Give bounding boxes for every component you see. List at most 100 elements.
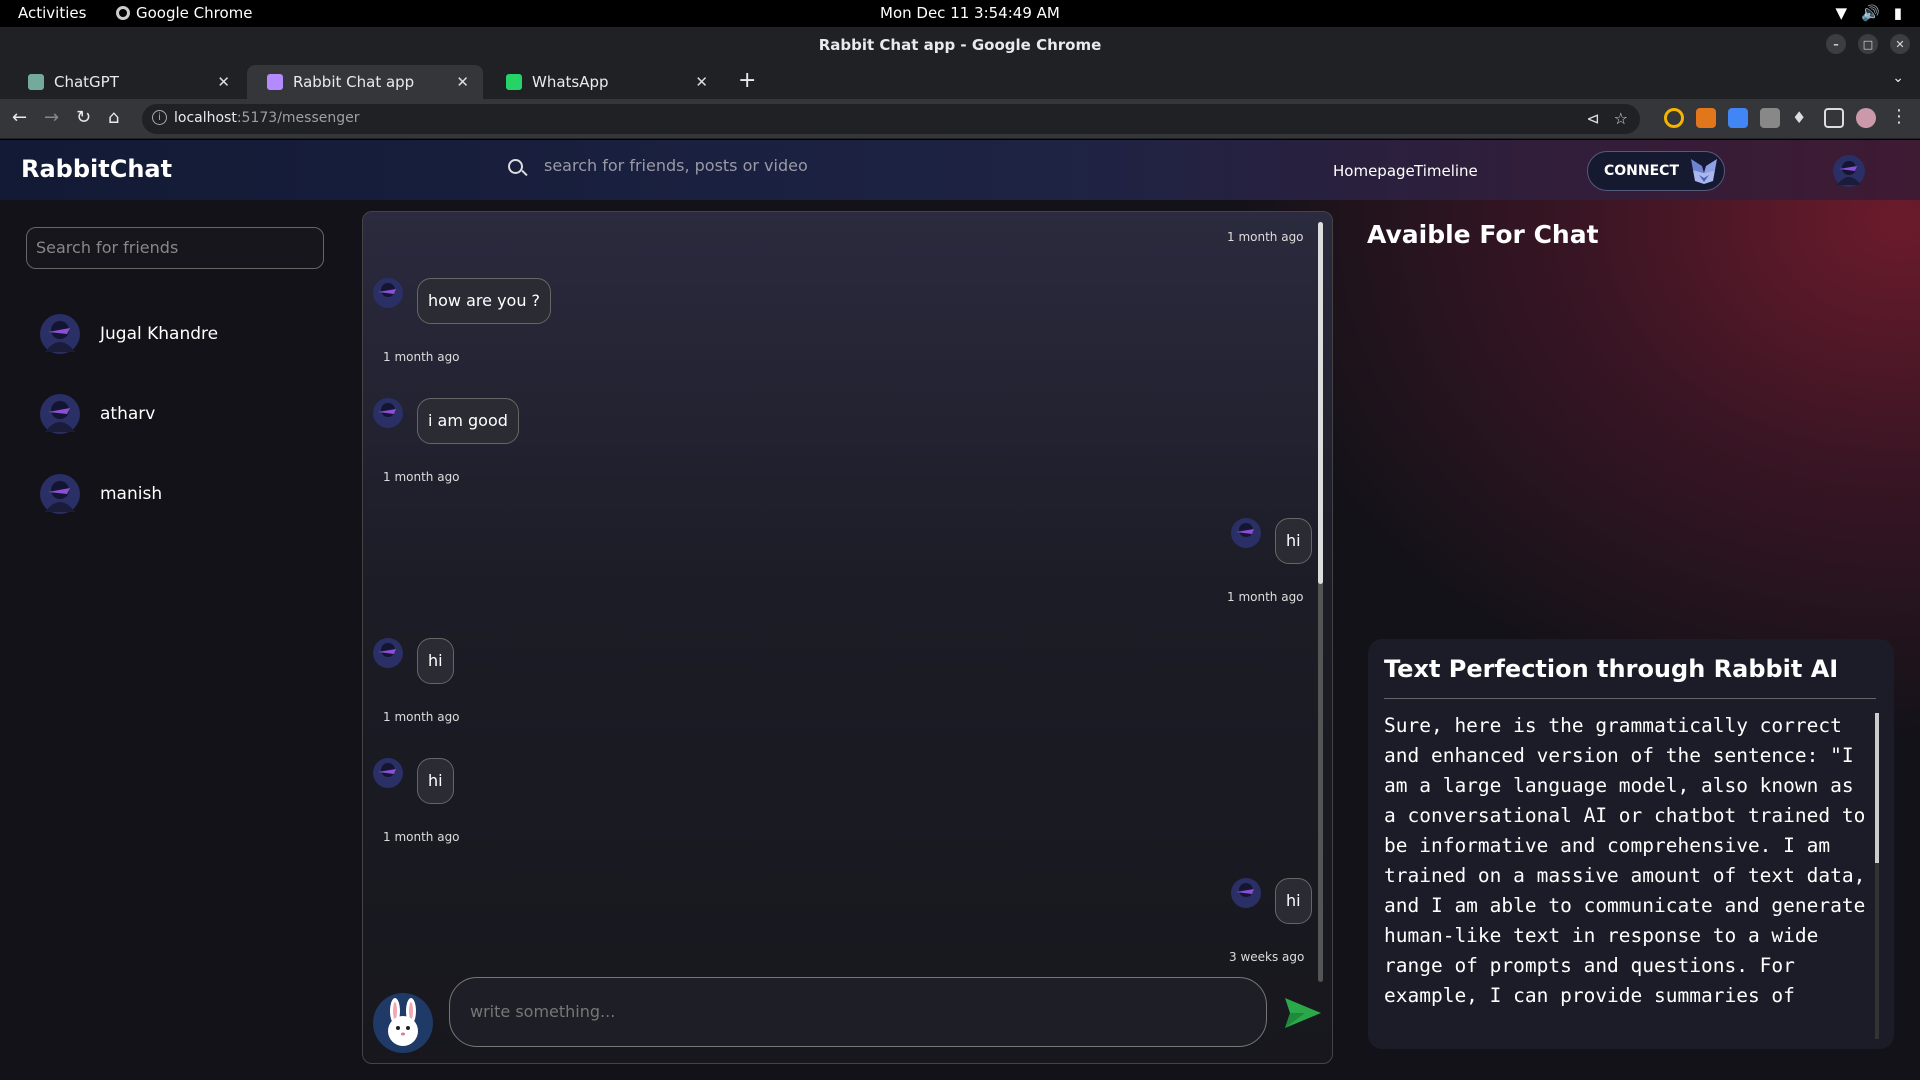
tab-close-icon[interactable]: ✕ <box>695 73 708 91</box>
avatar <box>40 394 80 434</box>
tab-chatgpt[interactable]: ChatGPT ✕ <box>8 65 244 99</box>
puzzle-extensions-icon[interactable]: ♦ <box>1792 108 1812 128</box>
system-tray[interactable]: ▼ 🔊 ▮ <box>1836 4 1903 22</box>
tab-rabbit-chat[interactable]: Rabbit Chat app ✕ <box>247 65 483 99</box>
ai-card-title: Text Perfection through Rabbit AI <box>1384 655 1839 683</box>
friend-item[interactable]: Jugal Khandre <box>40 313 218 355</box>
available-for-chat-heading: Avaible For Chat <box>1367 220 1599 249</box>
active-app-label: Google Chrome <box>136 4 253 22</box>
ai-card-text: Sure, here is the grammatically correct … <box>1384 714 1866 1007</box>
avatar <box>373 398 403 428</box>
avatar <box>373 638 403 668</box>
maximize-icon[interactable]: □ <box>1858 34 1878 54</box>
tab-strip: ChatGPT ✕ Rabbit Chat app ✕ WhatsApp ✕ <box>0 63 1920 99</box>
chatgpt-favicon-icon <box>28 74 44 90</box>
message-bubble: hi <box>417 758 454 804</box>
tab-label: ChatGPT <box>54 73 119 91</box>
nav-homepage[interactable]: Homepage <box>1333 162 1415 180</box>
chat-scrollbar[interactable] <box>1318 222 1323 982</box>
chat-scrollbar-thumb[interactable] <box>1318 222 1323 584</box>
system-top-bar: Activities Google Chrome Mon Dec 11 3:54… <box>0 0 1920 27</box>
new-tab-icon[interactable]: + <box>738 68 756 93</box>
clock[interactable]: Mon Dec 11 3:54:49 AM <box>880 4 1060 22</box>
rabbit-ai-card: Text Perfection through Rabbit AI Sure, … <box>1368 639 1894 1049</box>
battery-icon: ▮ <box>1893 4 1902 22</box>
omnibox-actions: ⊲ ☆ <box>1586 109 1628 128</box>
nav-timeline[interactable]: Timeline <box>1414 162 1478 180</box>
message-time: 3 weeks ago <box>1229 950 1305 964</box>
profile-avatar-icon[interactable] <box>1856 108 1876 128</box>
whatsapp-favicon-icon <box>506 74 522 90</box>
friend-name: Jugal Khandre <box>100 324 219 344</box>
extension-color-icon[interactable] <box>1664 108 1684 128</box>
avatar <box>1231 878 1261 908</box>
chrome-icon <box>116 6 130 20</box>
chat-window[interactable]: 1 month ago how are you ? 1 month ago i … <box>362 211 1333 1064</box>
browser-title-bar: Rabbit Chat app - Google Chrome – □ ✕ <box>0 27 1920 63</box>
avatar <box>40 314 80 354</box>
message-bubble: i am good <box>417 398 519 444</box>
message-time: 1 month ago <box>383 350 460 364</box>
cube-extension-icon[interactable] <box>1760 108 1780 128</box>
connect-label: CONNECT <box>1604 163 1679 179</box>
url-path: :5173/messenger <box>236 110 360 126</box>
message-input[interactable]: write something... <box>449 977 1267 1047</box>
activities-button[interactable]: Activities <box>18 4 86 22</box>
close-icon[interactable]: ✕ <box>1890 34 1910 54</box>
connect-wallet-button[interactable]: CONNECT <box>1587 151 1725 191</box>
divider <box>1384 698 1876 699</box>
url-text: localhost:5173/messenger <box>174 110 360 126</box>
rabbit-avatar-icon <box>373 993 433 1053</box>
avatar <box>1231 518 1261 548</box>
active-app-menu[interactable]: Google Chrome <box>116 4 253 22</box>
brand-logo[interactable]: RabbitChat <box>21 155 172 183</box>
volume-icon: 🔊 <box>1861 4 1880 22</box>
reload-icon[interactable]: ↻ <box>76 107 91 128</box>
tab-close-icon[interactable]: ✕ <box>456 73 469 91</box>
kebab-menu-icon[interactable]: ⋮ <box>1890 108 1910 128</box>
minimize-icon[interactable]: – <box>1826 34 1846 54</box>
ai-card-scrollbar-thumb[interactable] <box>1875 713 1879 863</box>
translate-extension-icon[interactable] <box>1728 108 1748 128</box>
message-time: 1 month ago <box>383 710 460 724</box>
message-bubble: how are you ? <box>417 278 552 324</box>
global-search-input[interactable]: search for friends, posts or video <box>544 156 1044 175</box>
tab-search-chevron-icon[interactable]: ⌄ <box>1892 70 1904 86</box>
wifi-icon: ▼ <box>1835 4 1848 22</box>
share-icon[interactable]: ⊲ <box>1586 109 1599 128</box>
friend-item[interactable]: manish <box>40 473 162 515</box>
url-host: localhost <box>174 110 237 126</box>
ai-card-scrollbar[interactable] <box>1875 713 1879 1039</box>
tab-whatsapp[interactable]: WhatsApp ✕ <box>486 65 722 99</box>
metamask-fox-icon <box>1691 159 1717 184</box>
user-avatar[interactable] <box>1833 155 1865 187</box>
window-controls: – □ ✕ <box>1826 34 1910 54</box>
tab-label: WhatsApp <box>532 73 609 91</box>
bookmark-star-icon[interactable]: ☆ <box>1614 109 1628 128</box>
back-icon[interactable]: ← <box>12 107 27 128</box>
avatar <box>373 758 403 788</box>
address-bar[interactable]: i localhost:5173/messenger ⊲ ☆ <box>142 104 1640 134</box>
message-time: 1 month ago <box>1227 590 1304 604</box>
rabbit-chat-app: RabbitChat search for friends, posts or … <box>0 140 1920 1080</box>
side-panel-icon[interactable] <box>1824 108 1844 128</box>
send-icon[interactable] <box>1283 995 1323 1031</box>
message-bubble: hi <box>1275 518 1312 564</box>
friend-item[interactable]: atharv <box>40 393 155 435</box>
app-header: RabbitChat search for friends, posts or … <box>0 140 1920 200</box>
message-time: 1 month ago <box>383 470 460 484</box>
message-bubble: hi <box>417 638 454 684</box>
window-title: Rabbit Chat app - Google Chrome <box>818 36 1102 54</box>
friend-search-input[interactable]: Search for friends <box>26 227 324 269</box>
avatar <box>373 278 403 308</box>
forward-icon[interactable]: → <box>44 107 59 128</box>
message-bubble: hi <box>1275 878 1312 924</box>
metamask-extension-icon[interactable] <box>1696 108 1716 128</box>
tab-close-icon[interactable]: ✕ <box>217 73 230 91</box>
search-icon <box>508 159 523 174</box>
home-icon[interactable]: ⌂ <box>108 107 119 128</box>
message-time: 1 month ago <box>383 830 460 844</box>
site-info-icon[interactable]: i <box>152 110 167 125</box>
friend-name: manish <box>100 484 163 504</box>
screen: Activities Google Chrome Mon Dec 11 3:54… <box>0 0 1920 1080</box>
